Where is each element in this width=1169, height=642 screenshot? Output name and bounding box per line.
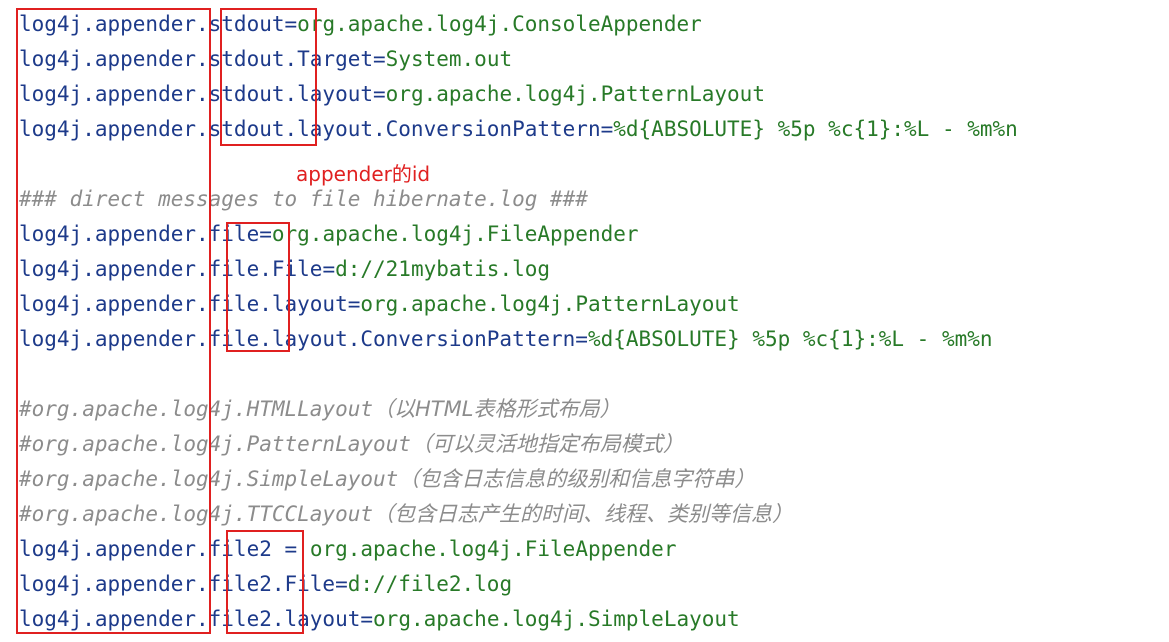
code-line: log4j.appender.stdout=org.apache.log4j.C… [19, 12, 702, 36]
code-line: log4j.appender.stdout.layout=org.apache.… [19, 82, 765, 106]
code-editor[interactable]: log4j.appender.stdout=org.apache.log4j.C… [0, 0, 1169, 642]
code-line: log4j.appender.stdout.layout.ConversionP… [19, 117, 1018, 141]
code-line: log4j.appender.file.layout=org.apache.lo… [19, 292, 740, 316]
comment-line: ### direct messages to file hibernate.lo… [19, 187, 588, 211]
code-line: log4j.appender.file2.layout=org.apache.l… [19, 607, 740, 631]
comment-line: #org.apache.log4j.TTCCLayout（包含日志产生的时间、线… [19, 502, 794, 526]
code-line: log4j.appender.file.layout.ConversionPat… [19, 327, 993, 351]
code-line: log4j.appender.file2.File=d://file2.log [19, 572, 513, 596]
code-line: log4j.appender.file=org.apache.log4j.Fil… [19, 222, 639, 246]
comment-line: #org.apache.log4j.PatternLayout（可以灵活地指定布… [19, 432, 684, 456]
comment-line: #org.apache.log4j.SimpleLayout（包含日志信息的级别… [19, 467, 756, 491]
code-line: log4j.appender.file2 = org.apache.log4j.… [19, 537, 677, 561]
appender-id-annotation: appender的id [296, 162, 431, 186]
code-line: log4j.appender.file.File=d://21mybatis.l… [19, 257, 551, 281]
code-line: log4j.appender.stdout.Target=System.out [19, 47, 513, 71]
comment-line: #org.apache.log4j.HTMLLayout（以HTML表格形式布局… [19, 397, 621, 421]
